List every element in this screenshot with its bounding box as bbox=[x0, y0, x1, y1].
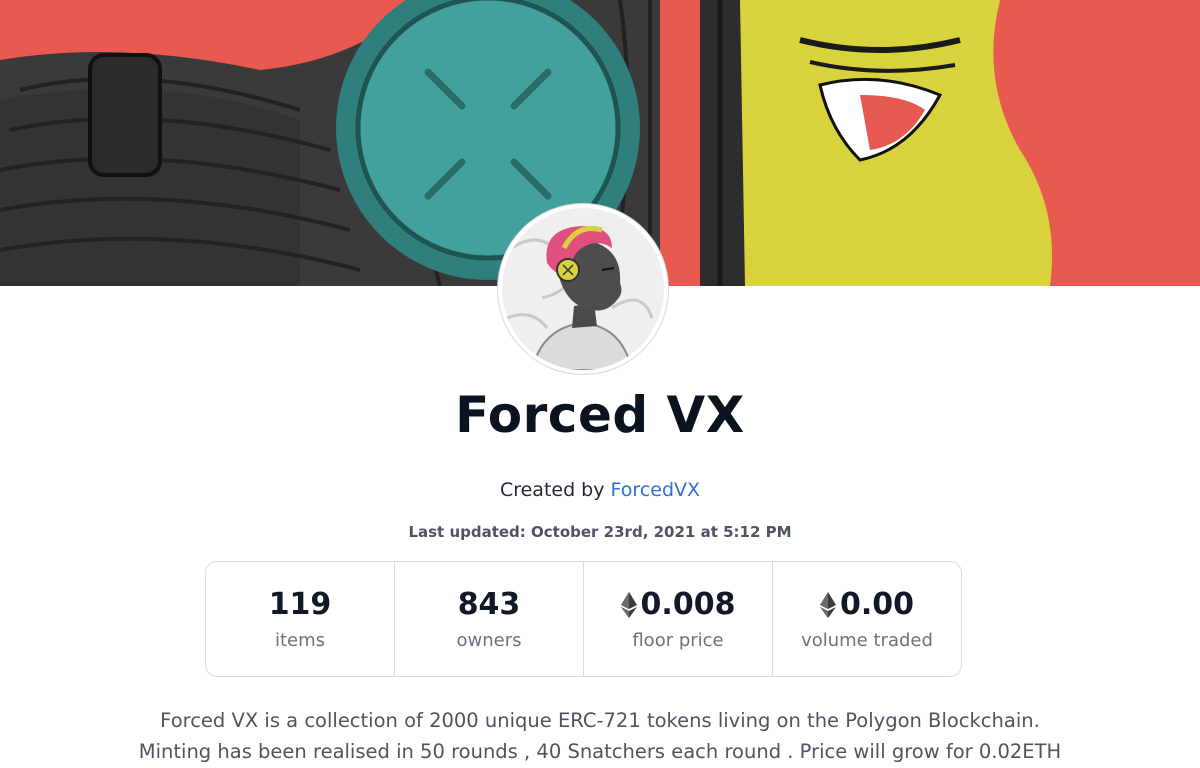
stat-floor-price-value: 0.008 bbox=[620, 587, 736, 622]
creator-link[interactable]: ForcedVX bbox=[611, 479, 700, 501]
collection-title: Forced VX bbox=[455, 386, 745, 444]
stat-owners-number: 843 bbox=[457, 587, 521, 622]
collection-avatar bbox=[498, 204, 668, 374]
stat-items-value: 119 bbox=[269, 587, 332, 622]
stats-panel: 119 items 843 owners 0.008 floor price 0… bbox=[205, 561, 962, 677]
ethereum-icon bbox=[819, 591, 836, 618]
description-line-2: Minting has been realised in 50 rounds ,… bbox=[138, 740, 1062, 763]
stat-owners[interactable]: 843 owners bbox=[395, 562, 584, 676]
stat-volume-traded-number: 0.00 bbox=[839, 587, 915, 622]
avatar-artwork bbox=[502, 208, 664, 370]
stat-volume-traded-label: volume traded bbox=[801, 630, 933, 651]
stat-items[interactable]: 119 items bbox=[206, 562, 395, 676]
stat-items-label: items bbox=[274, 630, 326, 651]
stat-owners-value: 843 bbox=[458, 587, 521, 622]
last-updated: Last updated: October 23rd, 2021 at 5:12… bbox=[0, 523, 1200, 541]
last-updated-value: October 23rd, 2021 at 5:12 PM bbox=[531, 523, 792, 541]
ethereum-icon bbox=[620, 591, 637, 618]
stat-floor-price[interactable]: 0.008 floor price bbox=[584, 562, 773, 676]
stat-volume-traded[interactable]: 0.00 volume traded bbox=[773, 562, 961, 676]
stat-floor-price-label: floor price bbox=[632, 630, 724, 651]
creator-line: Created by ForcedVX bbox=[0, 479, 1200, 501]
created-by-label: Created by bbox=[499, 479, 605, 501]
collection-description: Forced VX is a collection of 2000 unique… bbox=[0, 705, 1200, 767]
stat-items-number: 119 bbox=[268, 587, 332, 622]
stat-floor-price-number: 0.008 bbox=[640, 587, 736, 622]
description-line-1: Forced VX is a collection of 2000 unique… bbox=[160, 709, 1040, 732]
stat-owners-label: owners bbox=[456, 630, 522, 651]
stat-volume-traded-value: 0.00 bbox=[819, 587, 915, 622]
last-updated-label: Last updated: bbox=[408, 523, 526, 541]
